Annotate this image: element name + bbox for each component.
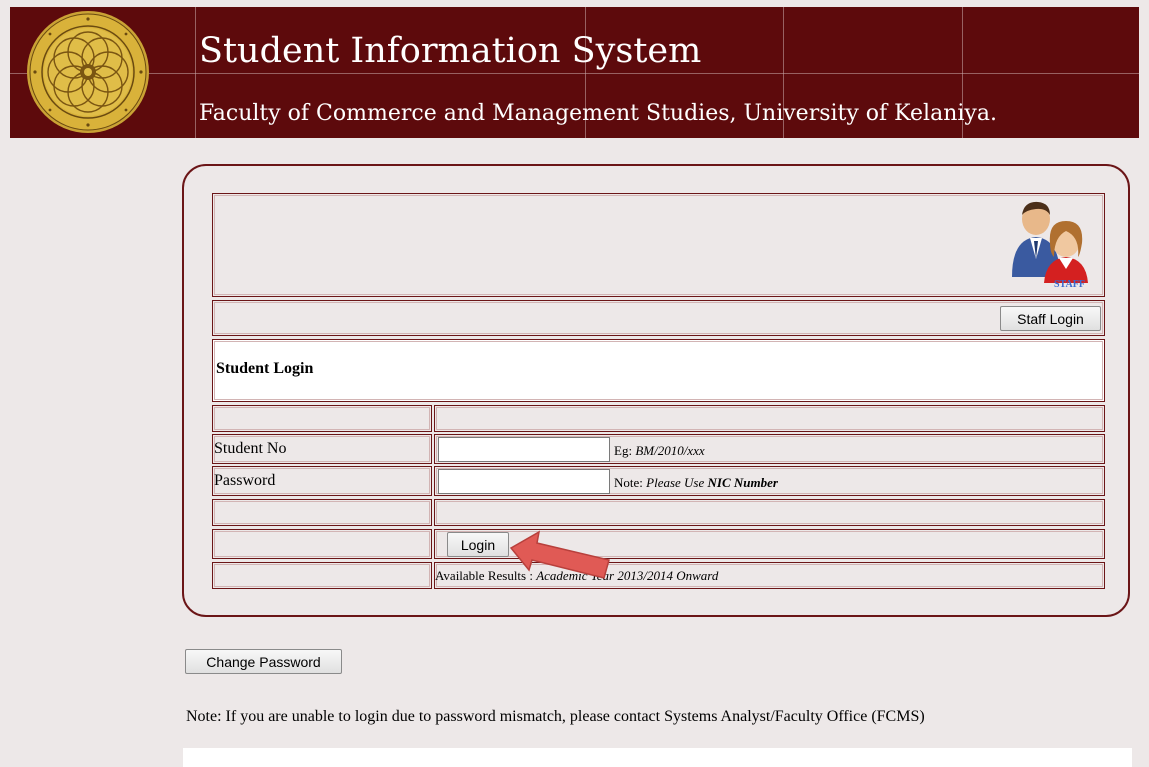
- password-label-cell: Password: [212, 466, 432, 496]
- header-banner: Student Information System Faculty of Co…: [10, 7, 1139, 138]
- page-title: Student Information System: [199, 31, 702, 71]
- staff-login-button[interactable]: Staff Login: [1000, 306, 1101, 331]
- page-subtitle: Faculty of Commerce and Management Studi…: [199, 101, 997, 126]
- staff-row: STAFF: [212, 193, 1105, 297]
- empty-value-cell-2: [434, 499, 1105, 526]
- student-no-label: Student No: [214, 440, 287, 457]
- staff-users-icon[interactable]: STAFF: [1006, 197, 1098, 289]
- empty-value-cell: [434, 405, 1105, 432]
- password-label: Password: [214, 472, 276, 489]
- staff-login-row: Staff Login: [212, 300, 1105, 336]
- login-button[interactable]: Login: [447, 532, 509, 557]
- student-login-heading-row: Student Login: [212, 339, 1105, 402]
- login-label-cell: [212, 529, 432, 559]
- password-value-cell: Note: Please Use NIC Number: [434, 466, 1105, 496]
- student-login-heading: Student Login: [216, 360, 314, 377]
- pointer-arrow-icon: [509, 530, 610, 579]
- change-password-button[interactable]: Change Password: [185, 649, 342, 674]
- footer-note: Note: If you are unable to login due to …: [186, 708, 925, 725]
- student-no-value-cell: Eg: BM/2010/xxx: [434, 434, 1105, 464]
- empty-label-cell-2: [212, 499, 432, 526]
- student-no-hint: Eg: BM/2010/xxx: [614, 443, 705, 458]
- password-input[interactable]: [438, 469, 610, 494]
- password-note: Note: Please Use NIC Number: [614, 475, 778, 490]
- results-label-cell: [212, 562, 432, 589]
- bottom-strip: [183, 748, 1132, 767]
- student-no-label-cell: Student No: [212, 434, 432, 464]
- student-no-input[interactable]: [438, 437, 610, 462]
- empty-label-cell: [212, 405, 432, 432]
- university-seal-icon: [27, 11, 149, 133]
- svg-text:STAFF: STAFF: [1054, 279, 1085, 289]
